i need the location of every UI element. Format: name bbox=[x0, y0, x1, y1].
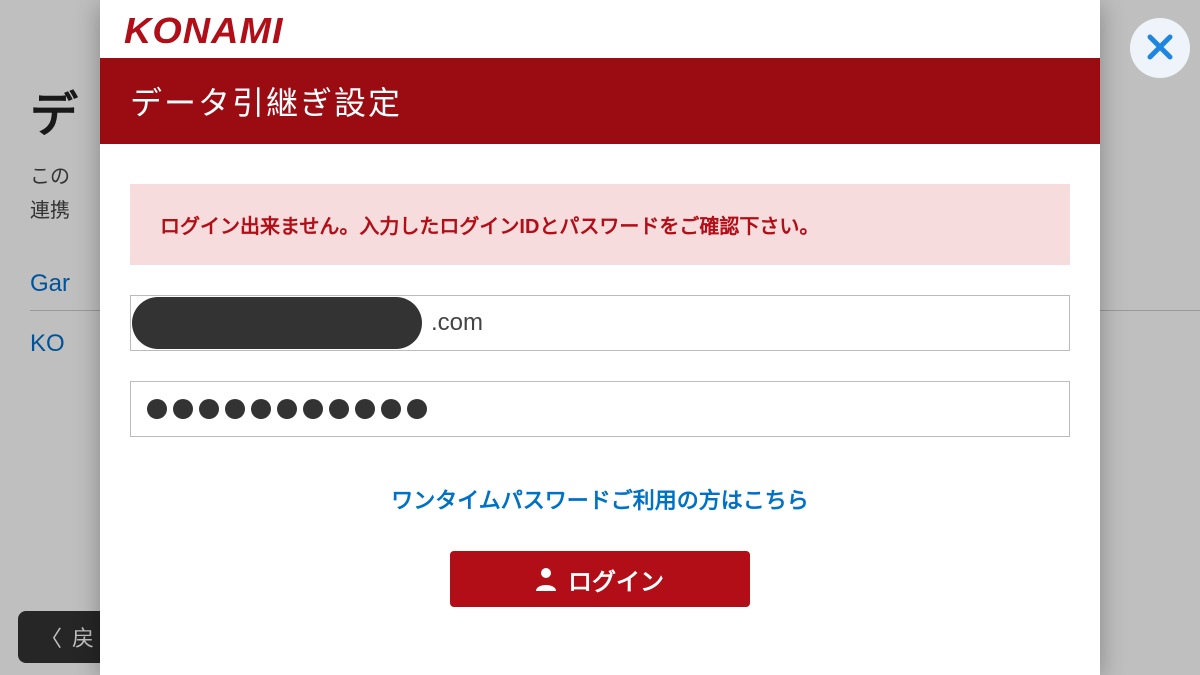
password-dot bbox=[303, 399, 323, 419]
modal-header-logo-area: KONAMI bbox=[100, 0, 1100, 58]
password-dot bbox=[277, 399, 297, 419]
redacted-overlay bbox=[132, 297, 422, 349]
password-dot bbox=[329, 399, 349, 419]
error-message: ログイン出来ません。入力したログインIDとパスワードをご確認下さい。 bbox=[130, 184, 1070, 265]
close-button[interactable] bbox=[1130, 18, 1190, 78]
close-icon bbox=[1144, 31, 1176, 66]
modal-body: ログイン出来ません。入力したログインIDとパスワードをご確認下さい。 ワンタイム… bbox=[100, 184, 1100, 607]
konami-logo: KONAMI bbox=[124, 10, 1124, 52]
password-field-wrapper bbox=[130, 381, 1070, 437]
login-button-label: ログイン bbox=[568, 562, 664, 597]
password-dot bbox=[173, 399, 193, 419]
password-dot bbox=[199, 399, 219, 419]
person-icon bbox=[536, 567, 556, 591]
password-dot bbox=[251, 399, 271, 419]
login-modal: KONAMI データ引継ぎ設定 ログイン出来ません。入力したログインIDとパスワ… bbox=[100, 0, 1100, 675]
login-button[interactable]: ログイン bbox=[450, 551, 750, 607]
password-input[interactable] bbox=[130, 381, 1070, 437]
modal-title: データ引継ぎ設定 bbox=[100, 58, 1100, 144]
password-dot bbox=[381, 399, 401, 419]
password-dot bbox=[407, 399, 427, 419]
password-dot bbox=[225, 399, 245, 419]
password-dot bbox=[355, 399, 375, 419]
one-time-password-link[interactable]: ワンタイムパスワードご利用の方はこちら bbox=[130, 483, 1070, 515]
login-id-field-wrapper bbox=[130, 295, 1070, 351]
password-dot bbox=[147, 399, 167, 419]
